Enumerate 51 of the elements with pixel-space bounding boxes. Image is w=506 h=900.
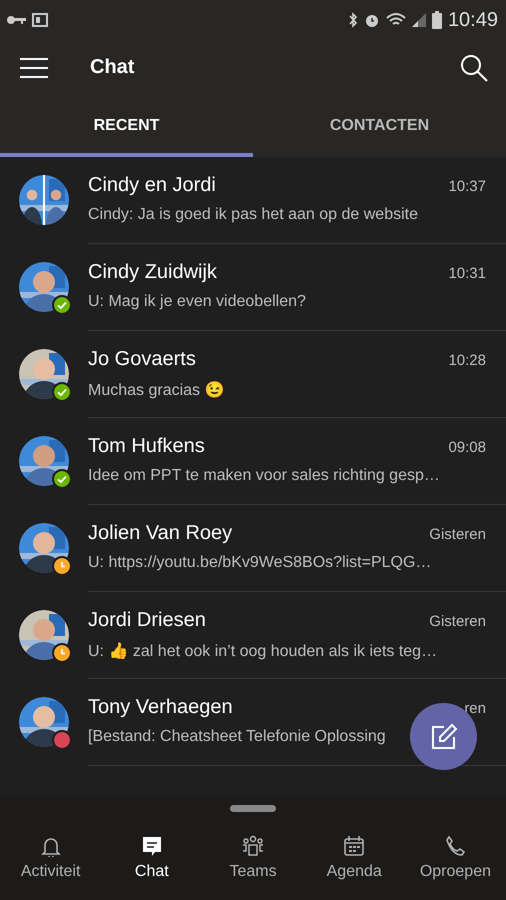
nav-tab[interactable]: Chat [101, 835, 202, 900]
chat-row[interactable]: Jolien Van Roey Gisteren U: https://youtu.be/bKv9WeS8BOs?list=PLQG… [0, 505, 506, 592]
tab[interactable]: CONTACTEN [253, 95, 506, 157]
search-icon[interactable] [460, 54, 488, 82]
menu-icon[interactable] [20, 56, 48, 78]
contact-name: Cindy Zuidwijk [88, 261, 217, 284]
chat-icon [140, 835, 163, 857]
chat-row[interactable]: Cindy en Jordi 10:37 Cindy: Ja is goed ik pas het aan op de website [0, 157, 506, 244]
key-icon [6, 14, 26, 26]
message-time: Gisteren [429, 526, 486, 543]
tab[interactable]: RECENT [0, 95, 253, 157]
contact-name: Jordi Driesen [88, 609, 206, 632]
chat-row[interactable]: Cindy Zuidwijk 10:31 U: Mag ik je even videobellen? [0, 244, 506, 331]
nav-tab[interactable]: Oproepen [404, 835, 506, 900]
clock-time: 10:49 [448, 8, 498, 32]
chat-row[interactable]: Jordi Driesen Gisteren U: 👍 zal het ook in’t oog houden als ik iets teg… [0, 592, 506, 679]
bell-icon [40, 835, 62, 857]
message-preview: U: 👍 zal het ook in’t oog houden als ik iets teg… [88, 641, 438, 661]
signal-icon [412, 13, 426, 27]
nav-tab[interactable]: Activiteit [0, 835, 102, 900]
message-preview: U: https://youtu.be/bKv9WeS8BOs?list=PLQG… [88, 554, 432, 572]
message-preview: U: Mag ik je even videobellen? [88, 293, 306, 311]
message-preview: [Bestand: Cheatsheet Telefonie Oplossing [88, 728, 386, 746]
screen-title: Chat [90, 56, 136, 79]
phone-icon [444, 835, 466, 857]
contact-name: Jo Govaerts [88, 348, 196, 371]
message-preview: Muchas gracias 😉 [88, 380, 224, 400]
nav-tab[interactable]: Teams [202, 835, 304, 900]
message-time: ren [464, 700, 486, 717]
chat-row[interactable]: Tom Hufkens 09:08 Idee om PPT te maken voor sales richting gesp… [0, 418, 506, 505]
contact-name: Tom Hufkens [88, 435, 205, 458]
app-icon [32, 13, 48, 27]
battery-icon [432, 11, 442, 29]
message-time: 10:31 [448, 265, 486, 282]
drag-handle[interactable] [230, 805, 276, 812]
contact-name: Cindy en Jordi [88, 174, 216, 197]
message-time: Gisteren [429, 613, 486, 630]
message-time: 10:37 [448, 178, 486, 195]
message-preview: Idee om PPT te maken voor sales richting gesp… [88, 467, 440, 485]
people-icon [242, 835, 264, 857]
message-time: 09:08 [448, 439, 486, 456]
contact-name: Tony Verhaegen [88, 696, 233, 719]
nav-tab[interactable]: Agenda [304, 835, 405, 900]
calendar-icon [343, 835, 366, 857]
message-time: 10:28 [448, 352, 486, 369]
message-preview: Cindy: Ja is goed ik pas het aan op de website [88, 206, 418, 224]
alarm-icon [364, 12, 380, 28]
contact-name: Jolien Van Roey [88, 522, 232, 545]
edit-icon [430, 722, 458, 750]
bluetooth-icon [348, 12, 358, 28]
chat-row[interactable]: Jo Govaerts 10:28 Muchas gracias 😉 [0, 331, 506, 418]
